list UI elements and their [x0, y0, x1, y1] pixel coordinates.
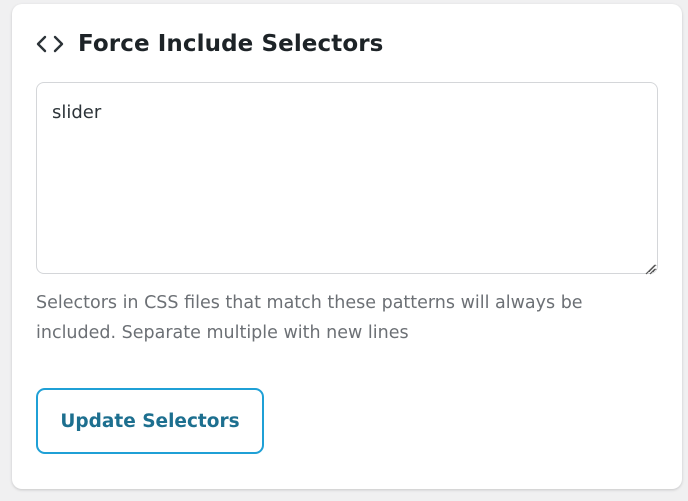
code-icon	[36, 33, 64, 55]
selectors-textarea[interactable]: slider	[36, 82, 658, 274]
force-include-selectors-panel: Force Include Selectors slider Selectors…	[12, 4, 682, 489]
panel-title: Force Include Selectors	[78, 31, 384, 57]
resize-handle-icon[interactable]	[644, 260, 656, 275]
panel-header: Force Include Selectors	[36, 28, 383, 60]
help-text: Selectors in CSS files that match these …	[36, 293, 583, 343]
update-selectors-button[interactable]: Update Selectors	[36, 388, 264, 454]
